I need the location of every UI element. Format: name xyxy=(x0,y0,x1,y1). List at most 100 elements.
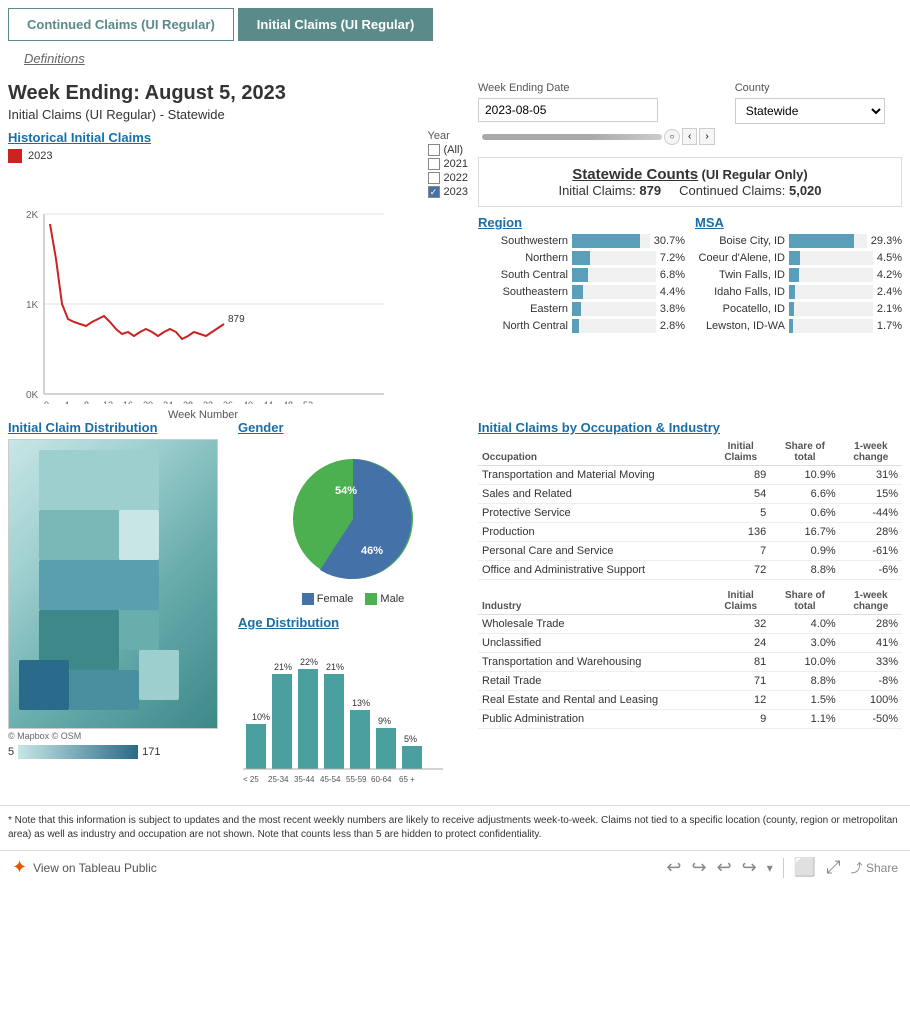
msa-bar-pct: 4.5% xyxy=(877,252,902,264)
svg-text:0K: 0K xyxy=(26,390,39,401)
svg-text:2K: 2K xyxy=(26,210,39,221)
undo-btn[interactable]: ↩ xyxy=(666,857,681,878)
expand-btn[interactable]: ⤢ xyxy=(826,857,840,878)
svg-text:28: 28 xyxy=(183,400,193,404)
region-bar-container xyxy=(572,319,656,333)
occ-label: Transportation and Material Moving xyxy=(478,466,711,485)
region-bar-label: Southwestern xyxy=(478,235,568,247)
continued-claims-value: 5,020 xyxy=(789,183,822,198)
year-all-label: (All) xyxy=(444,144,464,156)
msa-bar-row: Boise City, ID 29.3% xyxy=(695,234,902,248)
msa-bar-fill xyxy=(789,285,795,299)
monitor-btn[interactable]: ⬜ xyxy=(794,857,816,878)
svg-text:9%: 9% xyxy=(378,716,391,726)
msa-title[interactable]: MSA xyxy=(695,215,902,230)
occ-claims: 54 xyxy=(711,485,770,504)
occ-share-header: Share oftotal xyxy=(770,439,839,466)
checkbox-all[interactable] xyxy=(428,144,440,156)
svg-text:20: 20 xyxy=(143,400,153,404)
msa-bar-row: Coeur d'Alene, ID 4.5% xyxy=(695,251,902,265)
region-bars: Southwestern 30.7%Northern 7.2%South Cen… xyxy=(478,234,685,333)
tab-continued-claims[interactable]: Continued Claims (UI Regular) xyxy=(8,8,234,41)
note-text: * Note that this information is subject … xyxy=(0,805,910,850)
table-row: Production 136 16.7% 28% xyxy=(478,523,902,542)
occ-change: -44% xyxy=(840,504,902,523)
date-nav-prev[interactable]: ‹ xyxy=(682,128,697,145)
msa-bar-fill xyxy=(789,302,794,316)
region-bar-fill xyxy=(572,302,581,316)
map-svg xyxy=(9,440,219,730)
region-bar-label: North Central xyxy=(478,320,568,332)
checkbox-2021[interactable] xyxy=(428,158,440,170)
tableau-label[interactable]: View on Tableau Public xyxy=(33,861,157,875)
tab-initial-claims[interactable]: Initial Claims (UI Regular) xyxy=(238,8,433,41)
occ-label: Office and Administrative Support xyxy=(478,561,711,580)
ind-share: 4.0% xyxy=(770,615,839,634)
ind-claims: 12 xyxy=(711,691,770,710)
checkbox-2023[interactable]: ✓ xyxy=(428,186,440,198)
legend-2023-color xyxy=(8,149,22,163)
definitions-link[interactable]: Definitions xyxy=(12,45,97,72)
msa-bar-row: Idaho Falls, ID 2.4% xyxy=(695,285,902,299)
redo-btn[interactable]: ↪ xyxy=(691,857,706,878)
msa-bar-pct: 2.4% xyxy=(877,286,902,298)
map-legend-min: 5 xyxy=(8,746,14,758)
year-2022-label: 2022 xyxy=(444,172,468,184)
svg-text:46%: 46% xyxy=(361,545,383,557)
gender-title: Gender xyxy=(238,420,468,435)
occ-change: -61% xyxy=(840,542,902,561)
checkbox-2022[interactable] xyxy=(428,172,440,184)
reset-btn[interactable]: ↩ xyxy=(717,857,732,878)
occ-label: Protective Service xyxy=(478,504,711,523)
msa-bar-row: Lewston, ID-WA 1.7% xyxy=(695,319,902,333)
region-title[interactable]: Region xyxy=(478,215,685,230)
table-row: Real Estate and Rental and Leasing 12 1.… xyxy=(478,691,902,710)
svg-text:65 +: 65 + xyxy=(399,775,415,784)
region-bar-label: South Central xyxy=(478,269,568,281)
forward-btn[interactable]: ↪ xyxy=(742,857,757,878)
ind-label: Public Administration xyxy=(478,710,711,729)
msa-bar-fill xyxy=(789,268,799,282)
region-bar-fill xyxy=(572,251,590,265)
date-nav-circle[interactable]: ○ xyxy=(664,129,680,145)
ind-label: Transportation and Warehousing xyxy=(478,653,711,672)
occupation-section-title: Initial Claims by Occupation & Industry xyxy=(478,420,902,435)
occ-share: 6.6% xyxy=(770,485,839,504)
region-bar-container xyxy=(572,302,656,316)
initial-claim-dist-title: Initial Claim Distribution xyxy=(8,420,228,435)
table-row: Public Administration 9 1.1% -50% xyxy=(478,710,902,729)
share-btn[interactable]: ⤴ Share xyxy=(851,859,898,876)
region-bar-row: South Central 6.8% xyxy=(478,268,685,282)
year-2021-label: 2021 xyxy=(444,158,468,170)
ind-claims: 24 xyxy=(711,634,770,653)
svg-text:22%: 22% xyxy=(300,657,318,667)
msa-bar-container xyxy=(789,268,873,282)
date-input[interactable] xyxy=(478,98,658,122)
svg-text:25-34: 25-34 xyxy=(268,775,289,784)
date-nav-next[interactable]: › xyxy=(699,128,714,145)
svg-text:48: 48 xyxy=(283,400,293,404)
msa-bar-container xyxy=(789,302,873,316)
male-color xyxy=(365,593,377,605)
occ-share: 0.9% xyxy=(770,542,839,561)
svg-text:12: 12 xyxy=(103,400,113,404)
ind-claims: 81 xyxy=(711,653,770,672)
region-bar-label: Southeastern xyxy=(478,286,568,298)
region-bar-row: Northern 7.2% xyxy=(478,251,685,265)
county-select[interactable]: Statewide xyxy=(735,98,885,124)
table-row: Sales and Related 54 6.6% 15% xyxy=(478,485,902,504)
msa-bars: Boise City, ID 29.3% Coeur d'Alene, ID 4.… xyxy=(695,234,902,333)
msa-bar-fill xyxy=(789,319,793,333)
nav-dropdown[interactable]: ▾ xyxy=(767,861,773,875)
ind-claims: 32 xyxy=(711,615,770,634)
occ-claims: 136 xyxy=(711,523,770,542)
svg-text:32: 32 xyxy=(203,400,213,404)
svg-text:24: 24 xyxy=(163,400,173,404)
region-bar-fill xyxy=(572,285,583,299)
legend-year-title: Year xyxy=(428,130,468,142)
svg-text:< 25: < 25 xyxy=(243,775,259,784)
region-bar-label: Northern xyxy=(478,252,568,264)
region-bar-pct: 4.4% xyxy=(660,286,685,298)
divider xyxy=(783,858,784,878)
msa-bar-container xyxy=(789,251,873,265)
